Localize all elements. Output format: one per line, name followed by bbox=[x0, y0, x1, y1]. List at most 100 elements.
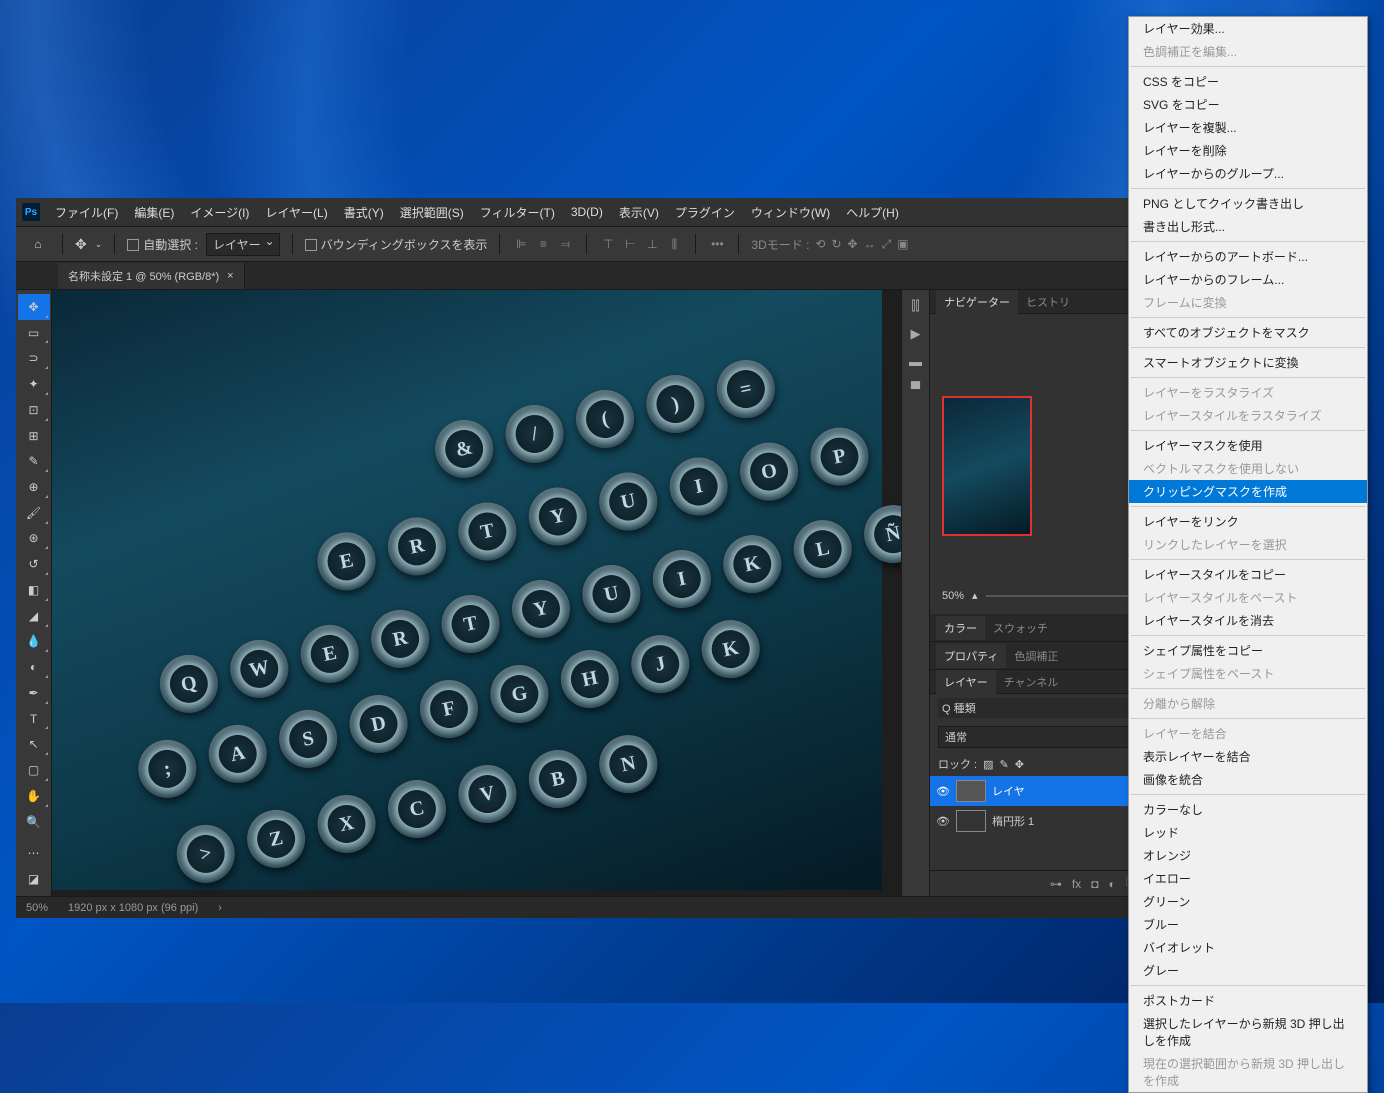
orbit-icon[interactable]: ⟲ bbox=[815, 237, 825, 251]
pen-tool[interactable]: ✒ bbox=[18, 680, 50, 706]
bounding-box-option[interactable]: バウンディングボックスを表示 bbox=[305, 236, 488, 253]
panel-icon-4[interactable]: ▀ bbox=[911, 381, 920, 396]
menu-filter[interactable]: フィルター(T) bbox=[473, 200, 562, 225]
cm-duplicate-layer[interactable]: レイヤーを複製... bbox=[1129, 116, 1367, 139]
menu-3d[interactable]: 3D(D) bbox=[564, 201, 610, 223]
hand-tool[interactable]: ✋ bbox=[18, 783, 50, 809]
healing-tool[interactable]: ⊕ bbox=[18, 474, 50, 500]
frame-tool[interactable]: ⊞ bbox=[18, 423, 50, 449]
navigator-tab[interactable]: ナビゲーター bbox=[936, 290, 1018, 314]
lock-position-icon[interactable]: ✥ bbox=[1015, 758, 1024, 771]
zoom-out-icon[interactable]: ▴ bbox=[972, 589, 978, 602]
cm-convert-smart-object[interactable]: スマートオブジェクトに変換 bbox=[1129, 351, 1367, 374]
cm-3d-extrusion-selected[interactable]: 選択したレイヤーから新規 3D 押し出しを作成 bbox=[1129, 1012, 1367, 1052]
cm-quick-export-png[interactable]: PNG としてクイック書き出し bbox=[1129, 192, 1367, 215]
cm-clear-layer-style[interactable]: レイヤースタイルを消去 bbox=[1129, 609, 1367, 632]
pan-icon[interactable]: ✥ bbox=[848, 237, 858, 251]
menu-window[interactable]: ウィンドウ(W) bbox=[744, 200, 837, 225]
align-bottom-icon[interactable]: ⊥ bbox=[643, 235, 661, 253]
visibility-icon[interactable]: 👁 bbox=[936, 815, 950, 828]
distribute-icon[interactable]: ⫼ bbox=[665, 235, 683, 253]
dodge-tool[interactable]: ◐ bbox=[18, 654, 50, 680]
cm-violet[interactable]: バイオレット bbox=[1129, 936, 1367, 959]
menu-help[interactable]: ヘルプ(H) bbox=[839, 200, 906, 225]
clone-tool[interactable]: ⊛ bbox=[18, 526, 50, 552]
roll-icon[interactable]: ↻ bbox=[831, 237, 841, 251]
blur-tool[interactable]: 💧 bbox=[18, 629, 50, 655]
menu-layer[interactable]: レイヤー(L) bbox=[258, 200, 334, 225]
home-button[interactable]: ⌂ bbox=[26, 232, 50, 256]
cm-layer-effects[interactable]: レイヤー効果... bbox=[1129, 17, 1367, 40]
fx-icon[interactable]: fx bbox=[1072, 877, 1081, 891]
adjustments-tab[interactable]: 色調補正 bbox=[1006, 644, 1066, 668]
cm-flatten-image[interactable]: 画像を統合 bbox=[1129, 768, 1367, 791]
slide-icon[interactable]: ↔ bbox=[864, 237, 876, 251]
color-tab[interactable]: カラー bbox=[936, 616, 985, 640]
properties-tab[interactable]: プロパティ bbox=[936, 644, 1006, 668]
caret-icon[interactable]: ⌄ bbox=[95, 239, 103, 250]
lock-pixels-icon[interactable]: ✎ bbox=[1000, 758, 1009, 771]
cm-link-layers[interactable]: レイヤーをリンク bbox=[1129, 510, 1367, 533]
adjustment-icon[interactable]: ◐ bbox=[1108, 877, 1115, 891]
history-tab[interactable]: ヒストリ bbox=[1018, 290, 1078, 314]
shape-tool[interactable]: ▢ bbox=[18, 757, 50, 783]
cm-merge-visible[interactable]: 表示レイヤーを結合 bbox=[1129, 745, 1367, 768]
menu-select[interactable]: 選択範囲(S) bbox=[393, 200, 471, 225]
cm-export-as[interactable]: 書き出し形式... bbox=[1129, 215, 1367, 238]
cm-blue[interactable]: ブルー bbox=[1129, 913, 1367, 936]
brush-tool[interactable]: 🖌 bbox=[18, 500, 50, 526]
align-top-icon[interactable]: ⊤ bbox=[599, 235, 617, 253]
foreground-background-colors[interactable]: ◪ bbox=[18, 866, 50, 892]
align-right-icon[interactable]: ⫤ bbox=[556, 235, 574, 253]
edit-toolbar[interactable]: ⋯ bbox=[18, 840, 50, 866]
cm-mask-all-objects[interactable]: すべてのオブジェクトをマスク bbox=[1129, 321, 1367, 344]
cm-orange[interactable]: オレンジ bbox=[1129, 844, 1367, 867]
panel-icon-1[interactable]: ⫿⫿ bbox=[911, 298, 919, 314]
cm-create-clipping-mask[interactable]: クリッピングマスクを作成 bbox=[1129, 480, 1367, 503]
cm-copy-svg[interactable]: SVG をコピー bbox=[1129, 93, 1367, 116]
layers-tab[interactable]: レイヤー bbox=[936, 670, 996, 694]
marquee-tool[interactable]: ▭ bbox=[18, 320, 50, 346]
cm-delete-layer[interactable]: レイヤーを削除 bbox=[1129, 139, 1367, 162]
type-tool[interactable]: T bbox=[18, 706, 50, 732]
zoom-tool[interactable]: 🔍 bbox=[18, 809, 50, 835]
cm-frame-from-layers[interactable]: レイヤーからのフレーム... bbox=[1129, 268, 1367, 291]
close-tab-icon[interactable]: × bbox=[227, 270, 233, 282]
canvas-area[interactable]: & / ( ) = E R T Y U I O P Q bbox=[52, 290, 901, 896]
cm-gray[interactable]: グレー bbox=[1129, 959, 1367, 982]
crop-tool[interactable]: ⊡ bbox=[18, 397, 50, 423]
cm-red[interactable]: レッド bbox=[1129, 821, 1367, 844]
layer-name[interactable]: 楕円形 1 bbox=[992, 813, 1034, 829]
camera-icon[interactable]: ▣ bbox=[897, 237, 908, 251]
align-middle-icon[interactable]: ⊢ bbox=[621, 235, 639, 253]
status-caret-icon[interactable]: › bbox=[218, 902, 222, 914]
panel-icon-3[interactable]: ▬ bbox=[909, 354, 922, 369]
document-canvas[interactable]: & / ( ) = E R T Y U I O P Q bbox=[52, 290, 882, 890]
layer-name[interactable]: レイヤ bbox=[992, 783, 1025, 799]
align-left-icon[interactable]: ⊫ bbox=[512, 235, 530, 253]
status-zoom[interactable]: 50% bbox=[26, 902, 48, 914]
cm-copy-shape-attrs[interactable]: シェイプ属性をコピー bbox=[1129, 639, 1367, 662]
eyedropper-tool[interactable]: ✎ bbox=[18, 448, 50, 474]
lock-transparency-icon[interactable]: ▨ bbox=[983, 758, 993, 771]
panel-icon-2[interactable]: ▶ bbox=[911, 326, 921, 342]
cm-enable-layer-mask[interactable]: レイヤーマスクを使用 bbox=[1129, 434, 1367, 457]
swatches-tab[interactable]: スウォッチ bbox=[985, 616, 1056, 640]
menu-edit[interactable]: 編集(E) bbox=[127, 200, 181, 225]
menu-file[interactable]: ファイル(F) bbox=[48, 200, 125, 225]
scale-icon[interactable]: ⤢ bbox=[882, 237, 892, 252]
cm-green[interactable]: グリーン bbox=[1129, 890, 1367, 913]
cm-postcard[interactable]: ポストカード bbox=[1129, 989, 1367, 1012]
auto-select-option[interactable]: 自動選択 : bbox=[127, 236, 198, 253]
cm-artboard-from-layers[interactable]: レイヤーからのアートボード... bbox=[1129, 245, 1367, 268]
menu-view[interactable]: 表示(V) bbox=[612, 200, 666, 225]
align-center-h-icon[interactable]: ≡ bbox=[534, 235, 552, 253]
menu-image[interactable]: イメージ(I) bbox=[183, 200, 256, 225]
cm-copy-layer-style[interactable]: レイヤースタイルをコピー bbox=[1129, 563, 1367, 586]
path-tool[interactable]: ↖ bbox=[18, 731, 50, 757]
document-tab[interactable]: 名称未設定 1 @ 50% (RGB/8*) × bbox=[58, 263, 245, 289]
cm-copy-css[interactable]: CSS をコピー bbox=[1129, 70, 1367, 93]
magic-wand-tool[interactable]: ✦ bbox=[18, 371, 50, 397]
channels-tab[interactable]: チャンネル bbox=[996, 670, 1067, 694]
eraser-tool[interactable]: ◧ bbox=[18, 577, 50, 603]
